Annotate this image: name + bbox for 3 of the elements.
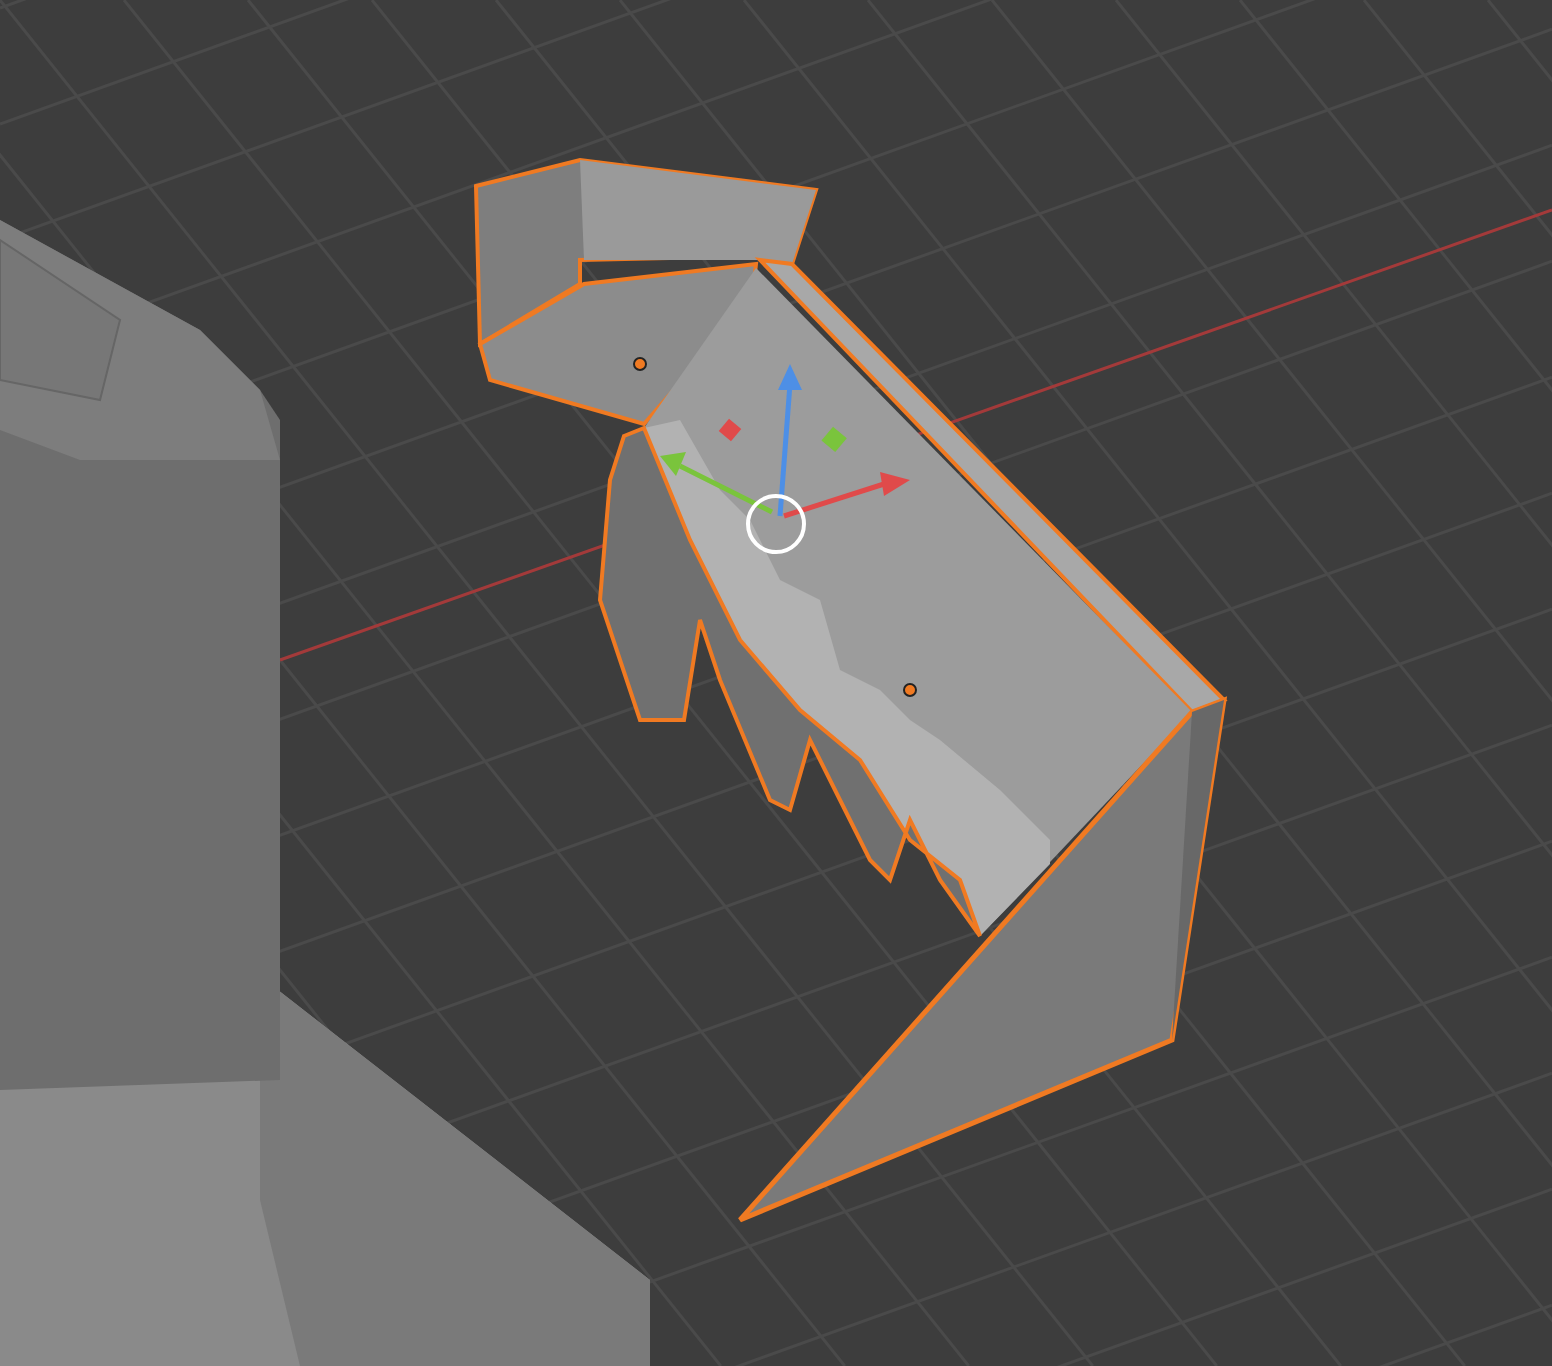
origin-dot-icon — [903, 683, 917, 697]
move-gizmo-drawing[interactable] — [660, 364, 910, 554]
origin-dot-icon — [633, 357, 647, 371]
